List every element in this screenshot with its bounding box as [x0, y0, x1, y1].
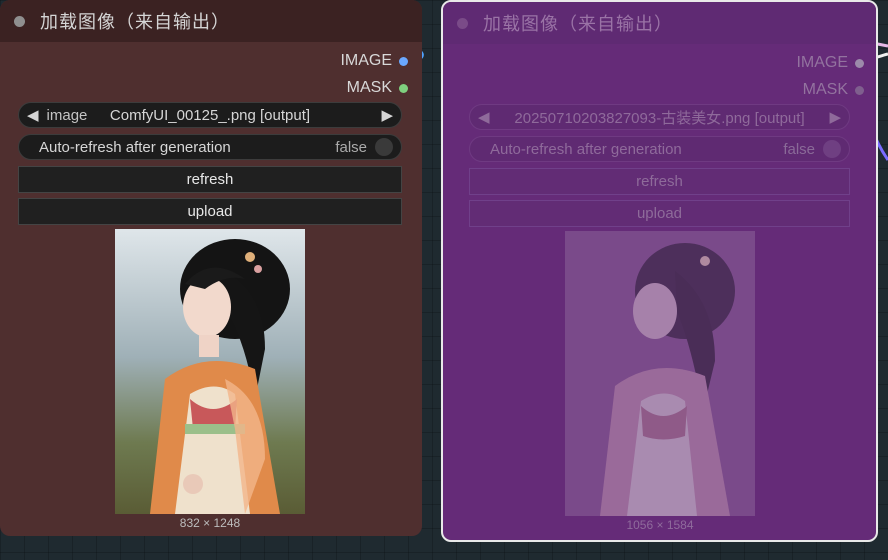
mask-output-pin-icon[interactable] — [399, 83, 408, 93]
image-preview — [115, 229, 305, 514]
combo-label: image — [46, 106, 88, 124]
output-mask[interactable]: MASK — [347, 79, 408, 97]
image-output-pin-icon[interactable] — [399, 56, 408, 66]
toggle-knob-icon[interactable] — [823, 140, 841, 158]
image-output-pin-icon[interactable] — [855, 58, 864, 68]
auto-refresh-toggle[interactable]: Auto-refresh after generation false — [18, 134, 402, 160]
image-size-label: 832 × 1248 — [179, 516, 241, 530]
image-combo[interactable]: ◀ 20250710203827093-古装美女.png [output] ▶ — [469, 104, 850, 130]
toggle-value: false — [783, 140, 815, 158]
combo-next-arrow-icon[interactable]: ▶ — [823, 108, 849, 126]
load-image-node[interactable]: 加载图像（来自输出） IMAGE MASK ◀ image ComfyUI_00… — [0, 0, 422, 536]
output-image[interactable]: IMAGE — [340, 52, 408, 70]
refresh-button[interactable]: refresh — [469, 168, 850, 195]
upload-button[interactable]: upload — [18, 198, 402, 225]
combo-next-arrow-icon[interactable]: ▶ — [375, 106, 401, 124]
image-size-label: 1056 × 1584 — [626, 518, 694, 532]
mask-output-pin-icon[interactable] — [855, 85, 864, 95]
auto-refresh-toggle[interactable]: Auto-refresh after generation false — [469, 136, 850, 162]
toggle-label: Auto-refresh after generation — [39, 138, 231, 156]
node-title: 加载图像（来自输出） — [40, 12, 230, 32]
collapse-dot-icon[interactable] — [14, 15, 25, 27]
toggle-knob-icon[interactable] — [375, 138, 393, 156]
combo-prev-arrow-icon[interactable]: ◀ — [470, 108, 496, 126]
image-preview — [565, 231, 755, 516]
toggle-label: Auto-refresh after generation — [490, 140, 682, 158]
upload-button[interactable]: upload — [469, 200, 850, 227]
combo-prev-arrow-icon[interactable]: ◀ — [19, 106, 45, 124]
image-combo[interactable]: ◀ image ComfyUI_00125_.png [output] ▶ — [18, 102, 402, 128]
load-image-node-selected[interactable]: 加载图像（来自输出） IMAGE MASK ◀ 2025071020382709… — [441, 0, 878, 542]
output-image[interactable]: IMAGE — [796, 54, 864, 72]
refresh-button[interactable]: refresh — [18, 166, 402, 193]
output-mask-label: MASK — [346, 79, 392, 96]
node-title: 加载图像（来自输出） — [483, 14, 673, 34]
collapse-dot-icon[interactable] — [457, 17, 468, 29]
toggle-value: false — [335, 138, 367, 156]
node-title-bar[interactable]: 加载图像（来自输出） — [0, 0, 422, 42]
combo-value: 20250710203827093-古装美女.png [output] — [514, 109, 805, 127]
output-image-label: IMAGE — [796, 54, 848, 71]
output-mask-label: MASK — [802, 81, 848, 98]
output-image-label: IMAGE — [340, 52, 392, 69]
node-title-bar[interactable]: 加载图像（来自输出） — [443, 2, 876, 44]
output-mask[interactable]: MASK — [803, 81, 864, 99]
